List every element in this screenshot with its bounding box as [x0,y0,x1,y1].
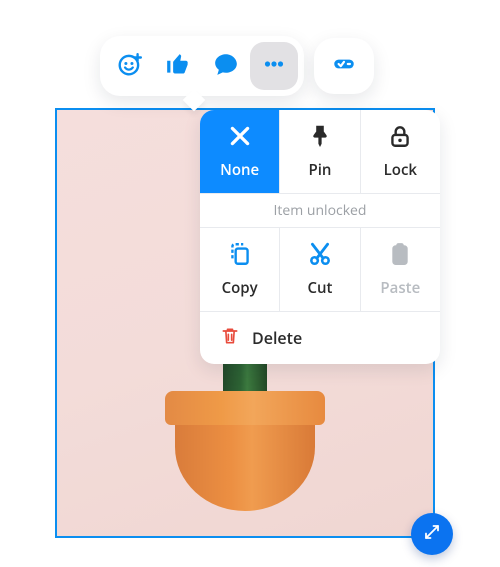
comment-icon [213,51,239,82]
action-none[interactable]: None [200,110,280,194]
popover-row-clipboard: Copy Cut Paste [200,228,440,312]
action-copy[interactable]: Copy [200,228,280,312]
cut-icon [307,241,333,272]
add-reaction-button[interactable] [106,42,154,90]
ellipsis-icon [261,51,287,82]
action-paste-label: Paste [380,278,420,298]
action-pin-label: Pin [309,160,332,180]
action-copy-label: Copy [222,278,258,298]
pin-icon [307,123,333,154]
popover-row-pinlock: None Pin Lock [200,110,440,194]
action-cut[interactable]: Cut [280,228,360,312]
more-button[interactable] [250,42,298,90]
like-button[interactable] [154,42,202,90]
lock-icon [387,123,413,154]
toolbar [100,36,374,96]
context-popover: None Pin Lock Item unlocked Copy [200,110,440,364]
emoji-add-icon [117,51,143,82]
toolbar-extra-pill [314,38,374,94]
resize-icon [423,523,441,546]
action-lock-label: Lock [384,160,417,180]
action-none-label: None [220,160,259,180]
resize-handle[interactable] [411,513,453,555]
action-lock[interactable]: Lock [361,110,440,194]
lock-status: Item unlocked [200,194,440,228]
action-delete-label: Delete [252,327,302,349]
thumbs-up-icon [165,51,191,82]
annotate-icon [331,51,357,82]
trash-icon [220,326,240,351]
toolbar-pill [100,36,304,96]
image-subject-pot [165,391,325,511]
action-cut-label: Cut [308,278,333,298]
lock-status-text: Item unlocked [274,201,367,220]
x-icon [227,123,253,154]
annotate-button[interactable] [320,44,368,88]
action-delete[interactable]: Delete [200,312,440,364]
action-pin[interactable]: Pin [280,110,360,194]
comment-button[interactable] [202,42,250,90]
paste-icon [387,241,413,272]
copy-icon [227,241,253,272]
action-paste: Paste [361,228,440,312]
